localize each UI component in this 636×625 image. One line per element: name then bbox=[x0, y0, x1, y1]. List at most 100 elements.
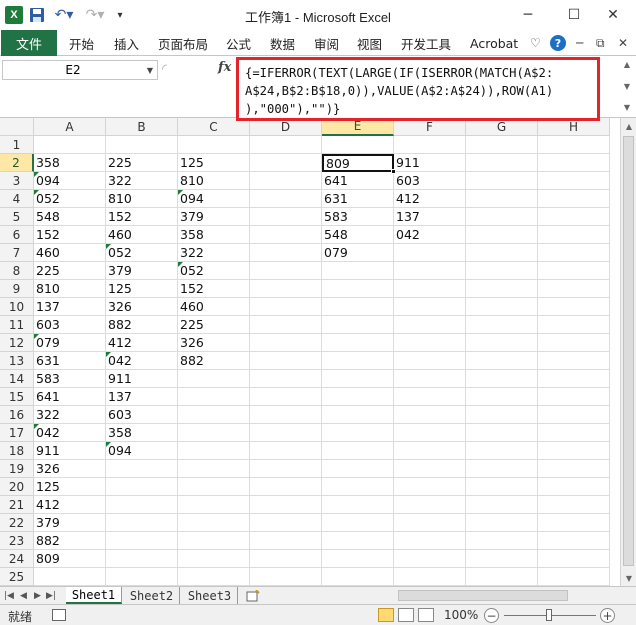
cell-a8[interactable]: 225 bbox=[34, 262, 106, 280]
cell-b10[interactable]: 326 bbox=[106, 298, 178, 316]
cell-h6[interactable] bbox=[538, 226, 610, 244]
row-header-13[interactable]: 13 bbox=[0, 352, 34, 370]
row-header-23[interactable]: 23 bbox=[0, 532, 34, 550]
cell-e4[interactable]: 631 bbox=[322, 190, 394, 208]
cell-b8[interactable]: 379 bbox=[106, 262, 178, 280]
row-header-12[interactable]: 12 bbox=[0, 334, 34, 352]
cell-f4[interactable]: 412 bbox=[394, 190, 466, 208]
tab-view[interactable]: 视图 bbox=[357, 30, 382, 56]
name-box[interactable]: E2 ▼ bbox=[2, 60, 158, 80]
cell-h9[interactable] bbox=[538, 280, 610, 298]
cell-b16[interactable]: 603 bbox=[106, 406, 178, 424]
cell-e5[interactable]: 583 bbox=[322, 208, 394, 226]
cell-e25[interactable] bbox=[322, 568, 394, 586]
cell-a24[interactable]: 809 bbox=[34, 550, 106, 568]
cell-h24[interactable] bbox=[538, 550, 610, 568]
first-sheet-icon[interactable]: |◀ bbox=[4, 587, 14, 605]
cell-d5[interactable] bbox=[250, 208, 322, 226]
cell-g4[interactable] bbox=[466, 190, 538, 208]
cell-e21[interactable] bbox=[322, 496, 394, 514]
cell-a17[interactable]: 042 bbox=[34, 424, 106, 442]
cell-e13[interactable] bbox=[322, 352, 394, 370]
page-layout-view-icon[interactable] bbox=[398, 608, 414, 622]
cell-h16[interactable] bbox=[538, 406, 610, 424]
tab-review[interactable]: 审阅 bbox=[314, 30, 339, 56]
cell-c5[interactable]: 379 bbox=[178, 208, 250, 226]
cell-a5[interactable]: 548 bbox=[34, 208, 106, 226]
cell-c11[interactable]: 225 bbox=[178, 316, 250, 334]
tab-developer[interactable]: 开发工具 bbox=[401, 30, 451, 56]
cell-b11[interactable]: 882 bbox=[106, 316, 178, 334]
workbook-minimize-icon[interactable]: ─ bbox=[576, 30, 583, 56]
cell-b14[interactable]: 911 bbox=[106, 370, 178, 388]
cell-a7[interactable]: 460 bbox=[34, 244, 106, 262]
cell-a14[interactable]: 583 bbox=[34, 370, 106, 388]
cell-d22[interactable] bbox=[250, 514, 322, 532]
cell-c13[interactable]: 882 bbox=[178, 352, 250, 370]
insert-function-icon[interactable]: fx bbox=[218, 60, 231, 75]
cell-g24[interactable] bbox=[466, 550, 538, 568]
select-all-corner[interactable] bbox=[0, 118, 34, 136]
cell-h25[interactable] bbox=[538, 568, 610, 586]
cell-e12[interactable] bbox=[322, 334, 394, 352]
cell-d17[interactable] bbox=[250, 424, 322, 442]
cell-f7[interactable] bbox=[394, 244, 466, 262]
macro-record-icon[interactable] bbox=[52, 609, 66, 621]
cell-a23[interactable]: 882 bbox=[34, 532, 106, 550]
cell-d20[interactable] bbox=[250, 478, 322, 496]
cell-g18[interactable] bbox=[466, 442, 538, 460]
formula-bar-expand-icon[interactable]: ▲ ▼ ▼ bbox=[620, 58, 634, 114]
cell-a10[interactable]: 137 bbox=[34, 298, 106, 316]
cell-b9[interactable]: 125 bbox=[106, 280, 178, 298]
cell-f12[interactable] bbox=[394, 334, 466, 352]
cell-f6[interactable]: 042 bbox=[394, 226, 466, 244]
worksheet-grid[interactable]: A B C D E F G H 1 2 358 225 125 809 911 3 094 322 810 641 60… bbox=[0, 118, 620, 586]
cell-c9[interactable]: 152 bbox=[178, 280, 250, 298]
row-header-11[interactable]: 11 bbox=[0, 316, 34, 334]
cell-c18[interactable] bbox=[178, 442, 250, 460]
cell-e22[interactable] bbox=[322, 514, 394, 532]
cell-g25[interactable] bbox=[466, 568, 538, 586]
cell-c12[interactable]: 326 bbox=[178, 334, 250, 352]
tab-file[interactable]: 文件 bbox=[1, 30, 57, 56]
fill-handle[interactable] bbox=[391, 169, 396, 174]
cell-g13[interactable] bbox=[466, 352, 538, 370]
row-header-7[interactable]: 7 bbox=[0, 244, 34, 262]
cell-d4[interactable] bbox=[250, 190, 322, 208]
cell-h22[interactable] bbox=[538, 514, 610, 532]
cell-e2[interactable]: 809 bbox=[322, 154, 394, 172]
tab-home[interactable]: 开始 bbox=[69, 30, 94, 56]
last-sheet-icon[interactable]: ▶| bbox=[46, 587, 56, 605]
ribbon-collapse-icon[interactable]: ♡ bbox=[530, 30, 541, 56]
cell-f13[interactable] bbox=[394, 352, 466, 370]
cell-c2[interactable]: 125 bbox=[178, 154, 250, 172]
cell-c23[interactable] bbox=[178, 532, 250, 550]
cell-a12[interactable]: 079 bbox=[34, 334, 106, 352]
cell-h8[interactable] bbox=[538, 262, 610, 280]
cell-c1[interactable] bbox=[178, 136, 250, 154]
cell-e1[interactable] bbox=[322, 136, 394, 154]
cell-g15[interactable] bbox=[466, 388, 538, 406]
cell-h1[interactable] bbox=[538, 136, 610, 154]
cell-d19[interactable] bbox=[250, 460, 322, 478]
cell-e9[interactable] bbox=[322, 280, 394, 298]
insert-sheet-icon[interactable] bbox=[242, 587, 264, 604]
cell-c20[interactable] bbox=[178, 478, 250, 496]
minimize-button[interactable]: ─ bbox=[505, 0, 551, 30]
close-button[interactable]: ✕ bbox=[590, 0, 636, 30]
cell-g21[interactable] bbox=[466, 496, 538, 514]
cell-c19[interactable] bbox=[178, 460, 250, 478]
cell-g10[interactable] bbox=[466, 298, 538, 316]
cell-f11[interactable] bbox=[394, 316, 466, 334]
cell-f3[interactable]: 603 bbox=[394, 172, 466, 190]
row-header-22[interactable]: 22 bbox=[0, 514, 34, 532]
row-header-10[interactable]: 10 bbox=[0, 298, 34, 316]
tab-acrobat[interactable]: Acrobat bbox=[470, 30, 518, 56]
cell-e3[interactable]: 641 bbox=[322, 172, 394, 190]
cell-e18[interactable] bbox=[322, 442, 394, 460]
cell-g16[interactable] bbox=[466, 406, 538, 424]
cell-a22[interactable]: 379 bbox=[34, 514, 106, 532]
cell-a6[interactable]: 152 bbox=[34, 226, 106, 244]
cell-h13[interactable] bbox=[538, 352, 610, 370]
cell-c25[interactable] bbox=[178, 568, 250, 586]
